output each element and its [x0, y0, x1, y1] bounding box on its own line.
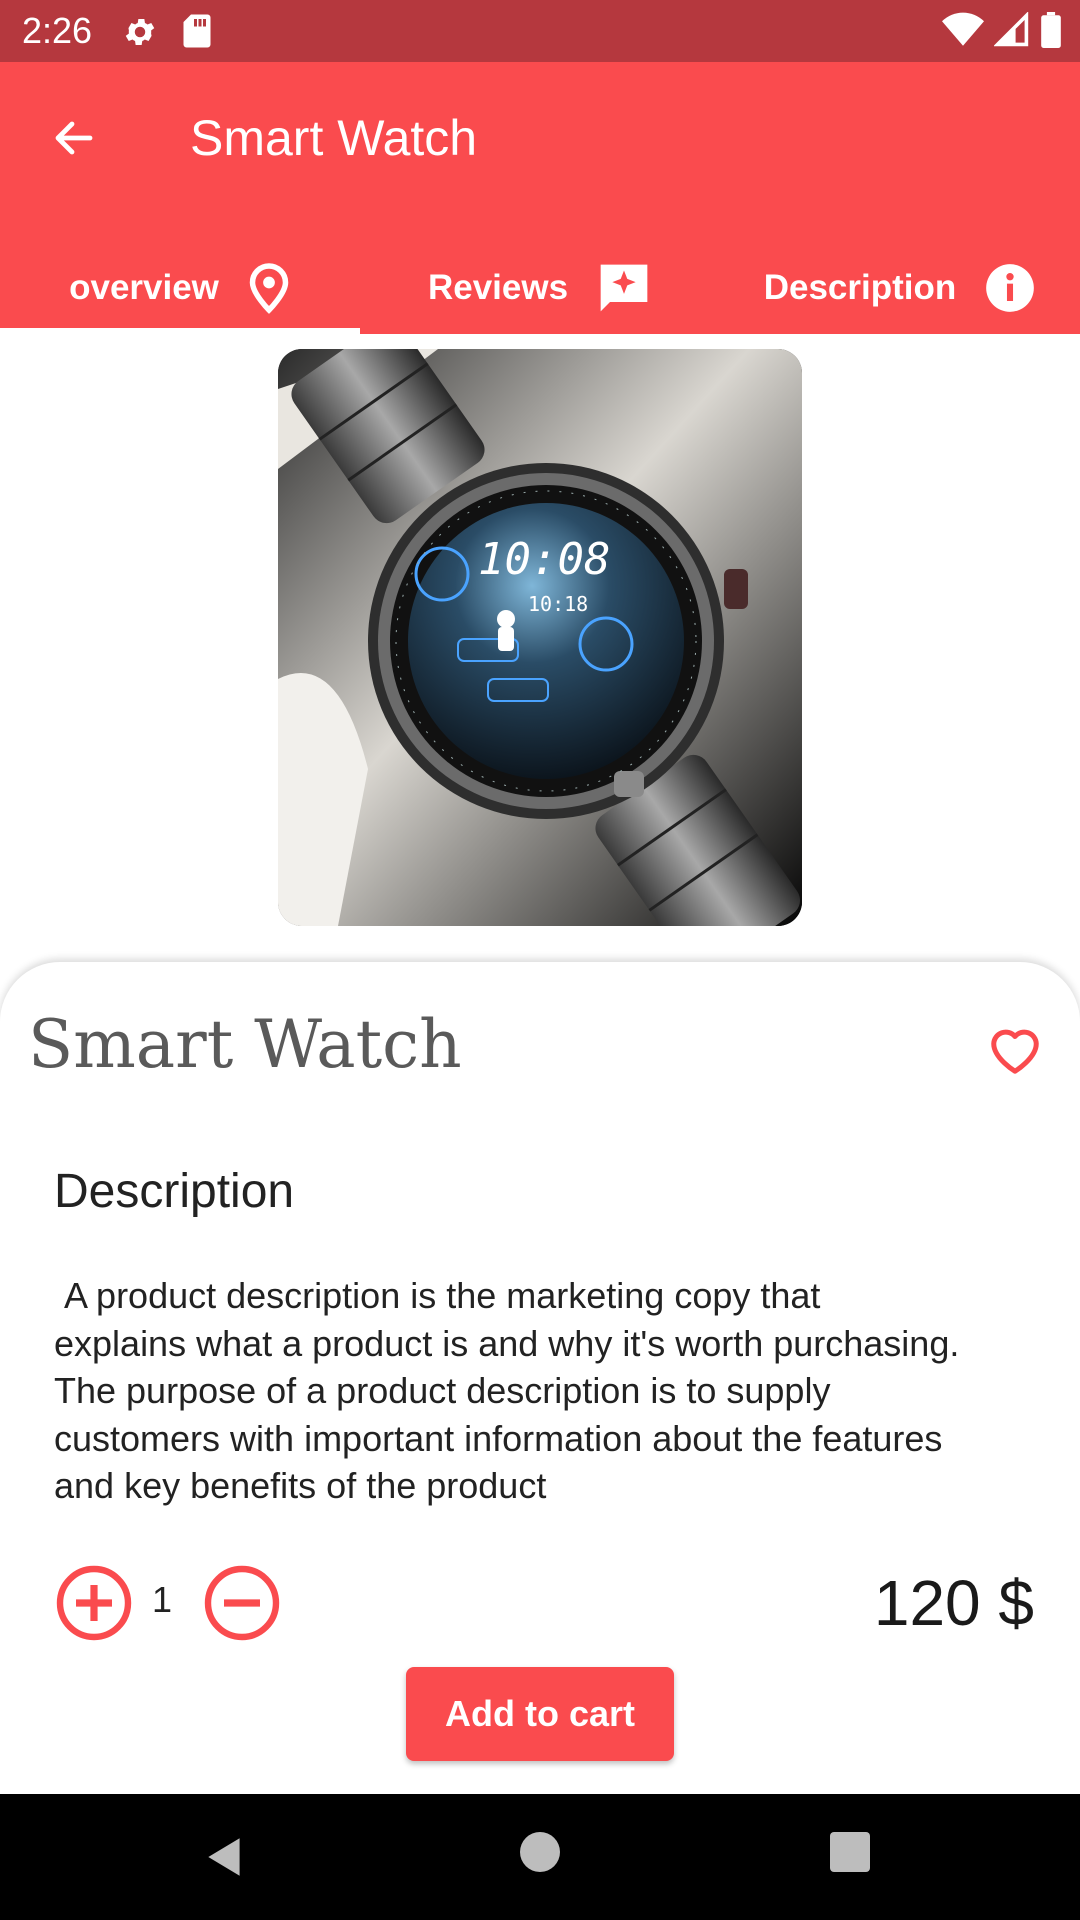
battery-icon: [1041, 12, 1061, 48]
tab-description[interactable]: Description: [720, 242, 1080, 334]
decrease-quantity-button[interactable]: [202, 1563, 282, 1643]
svg-text:10:08: 10:08: [478, 534, 610, 585]
add-to-cart-button[interactable]: Add to cart: [406, 1667, 674, 1761]
tab-indicator: [0, 328, 360, 334]
minus-circle-icon: [204, 1565, 280, 1641]
svg-text:10:18: 10:18: [528, 592, 588, 616]
arrow-left-icon: [55, 121, 93, 155]
sd-card-icon: [183, 14, 211, 48]
wifi-icon: [942, 12, 984, 46]
product-image: 10:08 10:18: [278, 349, 802, 926]
price: 120 $: [873, 1567, 1034, 1639]
add-to-cart-label: Add to cart: [444, 1693, 635, 1734]
info-icon: [986, 264, 1035, 312]
signal-icon: [994, 12, 1029, 47]
system-navigation-bar: [0, 1794, 1080, 1920]
tab-label: Reviews: [427, 268, 569, 307]
description-heading: Description: [54, 1165, 295, 1218]
plus-circle-icon: [56, 1565, 132, 1641]
description-text: A product description is the marketing c…: [54, 1275, 960, 1506]
heart-outline-icon: [991, 1029, 1039, 1074]
gear-icon: [125, 18, 155, 46]
tab-reviews[interactable]: Reviews: [360, 242, 720, 334]
tab-label: Description: [763, 268, 957, 307]
quantity-value: 1: [152, 1579, 173, 1620]
status-bar: 2:26: [0, 0, 1080, 62]
page-title: Smart Watch: [190, 110, 478, 166]
nav-back-icon[interactable]: [200, 1832, 250, 1882]
back-button[interactable]: [46, 110, 102, 166]
app-bar: Smart Watch overview Reviews Description: [0, 62, 1080, 334]
favorite-button[interactable]: [985, 1020, 1045, 1080]
increase-quantity-button[interactable]: [54, 1563, 134, 1643]
location-pin-icon: [249, 263, 289, 314]
product-name: Smart Watch: [28, 1006, 462, 1083]
nav-home-icon[interactable]: [520, 1832, 560, 1872]
status-time: 2:26: [22, 10, 93, 51]
chat-star-icon: [600, 264, 648, 312]
nav-recents-icon[interactable]: [830, 1832, 870, 1872]
tab-overview[interactable]: overview: [0, 242, 360, 334]
tab-label: overview: [69, 268, 219, 307]
status-icons: [942, 12, 1062, 48]
